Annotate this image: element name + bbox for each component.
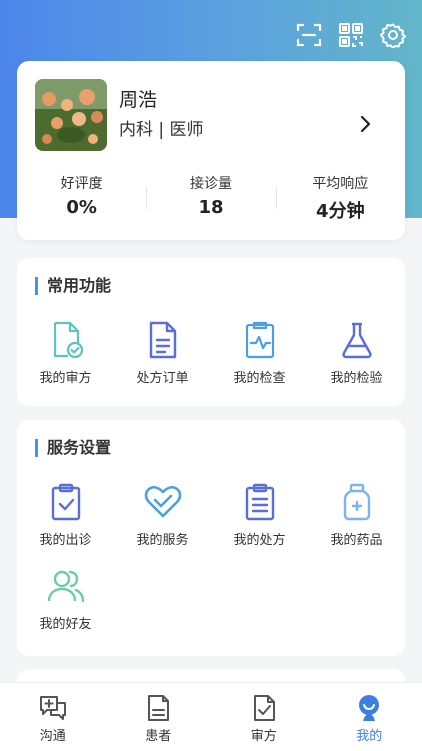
stat-value: 4分钟 <box>276 197 405 223</box>
grid-item-label: 我的检查 <box>233 367 285 386</box>
tab-label: 沟通 <box>40 725 66 744</box>
avatar <box>35 79 107 151</box>
friends-icon <box>46 566 86 606</box>
exam-icon <box>240 320 280 360</box>
review-check-icon <box>249 693 279 723</box>
flask-icon <box>337 320 377 360</box>
grid-item-label: 我的检验 <box>330 367 382 386</box>
tab-label: 患者 <box>145 725 171 744</box>
doctor-department-title: 内科 | 医师 <box>119 115 204 140</box>
my-visits-button[interactable]: 我的出诊 <box>17 482 114 548</box>
patient-card-icon <box>143 693 173 723</box>
bottom-tab-bar: 沟通 患者 审方 我的 <box>0 682 422 751</box>
my-exams-button[interactable]: 我的检查 <box>211 320 308 386</box>
my-review-button[interactable]: 我的审方 <box>17 320 114 386</box>
chat-plus-icon <box>38 693 68 723</box>
stats-row: 好评度 0% 接诊量 18 平均响应 4分钟 <box>17 173 405 223</box>
grid-item-label: 我的好友 <box>39 613 91 632</box>
grid-item-label: 我的审方 <box>39 367 91 386</box>
common-functions-card: 常用功能 我的审方 处方订单 我的检查 <box>17 258 405 406</box>
my-medicines-button[interactable]: 我的药品 <box>308 482 405 548</box>
stat-value: 18 <box>146 197 275 218</box>
my-prescriptions-button[interactable]: 我的处方 <box>211 482 308 548</box>
service-settings-card: 服务设置 我的出诊 我的服务 我的处方 <box>17 420 405 656</box>
tab-review[interactable]: 审方 <box>211 683 317 751</box>
service-settings-grid: 我的出诊 我的服务 我的处方 我的药品 <box>17 482 405 632</box>
grid-item-label: 我的药品 <box>330 529 382 548</box>
stat-rating: 好评度 0% <box>17 173 146 223</box>
doctor-name: 周浩 <box>119 85 157 112</box>
my-friends-button[interactable]: 我的好友 <box>17 566 114 632</box>
stat-response-time: 平均响应 4分钟 <box>276 173 405 223</box>
qrcode-icon[interactable] <box>336 20 366 50</box>
document-icon <box>143 320 183 360</box>
stat-label: 好评度 <box>17 173 146 193</box>
stat-label: 接诊量 <box>146 173 275 193</box>
stat-value: 0% <box>17 197 146 218</box>
grid-item-label: 我的服务 <box>136 529 188 548</box>
section-title: 常用功能 <box>35 277 111 295</box>
stat-label: 平均响应 <box>276 173 405 193</box>
tab-patients[interactable]: 患者 <box>106 683 212 751</box>
review-icon <box>46 320 86 360</box>
section-title: 服务设置 <box>35 439 111 457</box>
prescription-orders-button[interactable]: 处方订单 <box>114 320 211 386</box>
tab-mine[interactable]: 我的 <box>317 683 422 751</box>
settings-icon[interactable] <box>378 20 408 50</box>
scan-icon[interactable] <box>294 20 324 50</box>
tab-label: 我的 <box>356 725 382 744</box>
heart-icon <box>143 482 183 522</box>
user-icon <box>354 693 384 723</box>
tab-communicate[interactable]: 沟通 <box>0 683 106 751</box>
stat-consultations: 接诊量 18 <box>146 173 275 223</box>
header-actions <box>294 20 408 50</box>
prescription-icon <box>240 482 280 522</box>
medicine-bottle-icon <box>337 482 377 522</box>
chevron-right-icon[interactable] <box>357 115 373 133</box>
common-functions-grid: 我的审方 处方订单 我的检查 我的检验 <box>17 320 405 386</box>
grid-item-label: 我的处方 <box>233 529 285 548</box>
profile-card[interactable]: 周浩 内科 | 医师 好评度 0% 接诊量 18 平均响应 4分钟 <box>17 61 405 240</box>
tab-label: 审方 <box>251 725 277 744</box>
my-tests-button[interactable]: 我的检验 <box>308 320 405 386</box>
grid-item-label: 处方订单 <box>136 367 188 386</box>
my-services-button[interactable]: 我的服务 <box>114 482 211 548</box>
grid-item-label: 我的出诊 <box>39 529 91 548</box>
clipboard-check-icon <box>46 482 86 522</box>
